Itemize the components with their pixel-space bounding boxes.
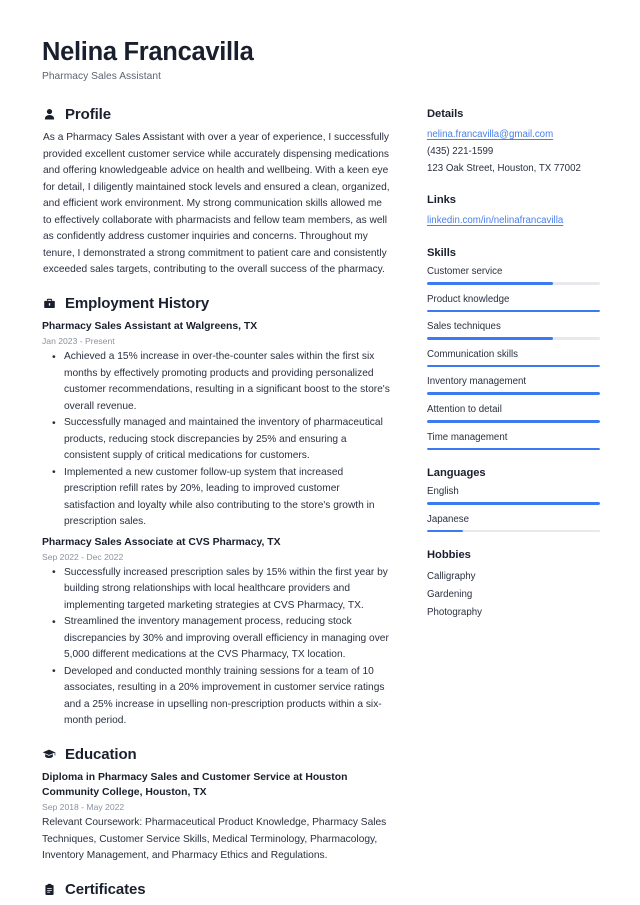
sidebar-title-details: Details [427, 108, 464, 121]
skill-meter-track [427, 447, 600, 451]
education-entry-description: Relevant Coursework: Pharmaceutical Prod… [42, 817, 387, 862]
sidebar-title-links: Links [427, 194, 456, 207]
language-meter-fill [427, 502, 600, 505]
sidebar-title-skills: Skills [427, 247, 456, 260]
sidebar-block-languages: Languages English Japanese [427, 467, 600, 533]
list-item: Developed and conducted monthly training… [42, 663, 392, 730]
employment-bullet-list: Successfully increased prescription sale… [42, 564, 392, 730]
skill-meter-track [427, 364, 600, 368]
sidebar-column: Details nelina.francavilla@gmail.com (43… [414, 106, 600, 905]
sidebar-block-details: Details nelina.francavilla@gmail.com (43… [427, 108, 600, 177]
main-column: Profile As a Pharmacy Sales Assistant wi… [42, 106, 414, 905]
languages-list: English Japanese [427, 486, 600, 533]
language-label: Japanese [427, 513, 470, 525]
skill-label: Sales techniques [427, 321, 501, 333]
employment-entry: Pharmacy Sales Assistant at Walgreens, T… [42, 319, 392, 531]
list-item: Successfully increased prescription sale… [42, 564, 392, 615]
candidate-name: Nelina Francavilla [42, 38, 254, 66]
hobbies-list: Calligraphy Gardening Photography [427, 568, 600, 621]
sidebar-block-hobbies: Hobbies Calligraphy Gardening Photography [427, 549, 600, 621]
skill-label: Communication skills [427, 348, 518, 360]
section-title-profile: Profile [65, 106, 111, 124]
employment-entry-date: Sep 2022 - Dec 2022 [42, 551, 124, 562]
section-education: Education Diploma in Pharmacy Sales and … [42, 746, 392, 865]
employment-entry-title: Pharmacy Sales Associate at CVS Pharmacy… [42, 536, 281, 548]
language-meter-fill [427, 529, 464, 533]
skill-meter-track [427, 282, 600, 285]
list-item: Implemented a new customer follow-up sys… [42, 464, 392, 531]
skill-item: Product knowledge [427, 294, 600, 313]
list-item: Streamlined the inventory management pro… [42, 614, 392, 664]
education-entry-title: Diploma in Pharmacy Sales and Customer S… [42, 771, 348, 799]
skill-meter-track [427, 337, 600, 340]
address-text: 123 Oak Street, Houston, TX 77002 [427, 162, 581, 174]
skill-item: Time management [427, 432, 600, 451]
profile-text: As a Pharmacy Sales Assistant with over … [43, 132, 390, 276]
language-meter-track [427, 529, 600, 533]
sidebar-title-languages: Languages [427, 467, 486, 480]
section-title-education: Education [65, 745, 137, 763]
section-title-employment: Employment History [65, 294, 210, 312]
employment-entry: Pharmacy Sales Associate at CVS Pharmacy… [42, 535, 392, 730]
list-item: Successfully managed and maintained the … [42, 415, 392, 465]
resume-page: Nelina Francavilla Pharmacy Sales Assist… [0, 0, 640, 905]
skill-label: Product knowledge [427, 293, 510, 305]
clipboard-icon [42, 882, 56, 896]
employment-entry-title: Pharmacy Sales Assistant at Walgreens, T… [42, 320, 258, 332]
section-profile: Profile As a Pharmacy Sales Assistant wi… [42, 106, 392, 279]
candidate-job-title: Pharmacy Sales Assistant [42, 71, 161, 83]
education-entry: Diploma in Pharmacy Sales and Customer S… [42, 770, 392, 865]
linkedin-link[interactable]: linkedin.com/in/nelinafrancavilla [427, 213, 600, 230]
resume-body: Profile As a Pharmacy Sales Assistant wi… [42, 106, 600, 905]
skill-meter-fill [427, 364, 600, 368]
employment-bullet-list: Achieved a 15% increase in over-the-coun… [42, 349, 392, 531]
graduation-cap-icon [42, 747, 56, 761]
skill-meter-fill [427, 309, 600, 313]
section-header-education: Education [42, 746, 392, 763]
skill-meter-track [427, 392, 600, 396]
phone-text: (435) 221-1599 [427, 146, 494, 157]
skill-item: Customer service [427, 266, 600, 285]
hobby-item: Gardening [427, 589, 473, 601]
sidebar-title-hobbies: Hobbies [427, 549, 471, 562]
skill-meter-track [427, 309, 600, 313]
skill-label: Attention to detail [427, 404, 502, 416]
section-header-certificates: Certificates [42, 881, 392, 898]
section-employment: Employment History Pharmacy Sales Assist… [42, 295, 392, 730]
skill-label: Customer service [427, 266, 503, 278]
hobby-item: Photography [427, 606, 482, 618]
section-header-employment: Employment History [42, 295, 392, 312]
education-entry-date: Sep 2018 - May 2022 [42, 802, 125, 813]
briefcase-icon [42, 296, 56, 310]
employment-entry-date: Jan 2023 - Present [42, 336, 115, 347]
section-title-certificates: Certificates [65, 880, 146, 898]
skill-label: Inventory management [427, 376, 527, 388]
sidebar-block-skills: Skills Customer service Product knowledge… [427, 247, 600, 451]
skill-meter-fill [427, 420, 600, 423]
list-item: Achieved a 15% increase in over-the-coun… [42, 349, 392, 415]
email-link[interactable]: nelina.francavilla@gmail.com [427, 127, 600, 144]
section-header-profile: Profile [42, 106, 392, 123]
language-item: Japanese [427, 514, 600, 533]
skill-item: Sales techniques [427, 321, 600, 340]
skill-meter-fill [427, 337, 554, 340]
resume-header: Nelina Francavilla Pharmacy Sales Assist… [42, 38, 600, 82]
language-item: English [427, 486, 600, 505]
skill-meter-track [427, 420, 600, 423]
skill-item: Attention to detail [427, 404, 600, 423]
skill-item: Inventory management [427, 376, 600, 396]
skill-meter-fill [427, 282, 554, 285]
skills-list: Customer service Product knowledge Sales t… [427, 266, 600, 451]
language-label: English [427, 486, 459, 498]
skill-label: Time management [427, 431, 508, 443]
skill-meter-fill [427, 447, 600, 451]
hobby-item: Calligraphy [427, 571, 476, 583]
section-certificates: Certificates [42, 881, 392, 898]
skill-item: Communication skills [427, 349, 600, 368]
skill-meter-fill [427, 392, 600, 396]
sidebar-block-links: Links linkedin.com/in/nelinafrancavilla [427, 194, 600, 230]
person-icon [42, 108, 56, 122]
language-meter-track [427, 502, 600, 505]
